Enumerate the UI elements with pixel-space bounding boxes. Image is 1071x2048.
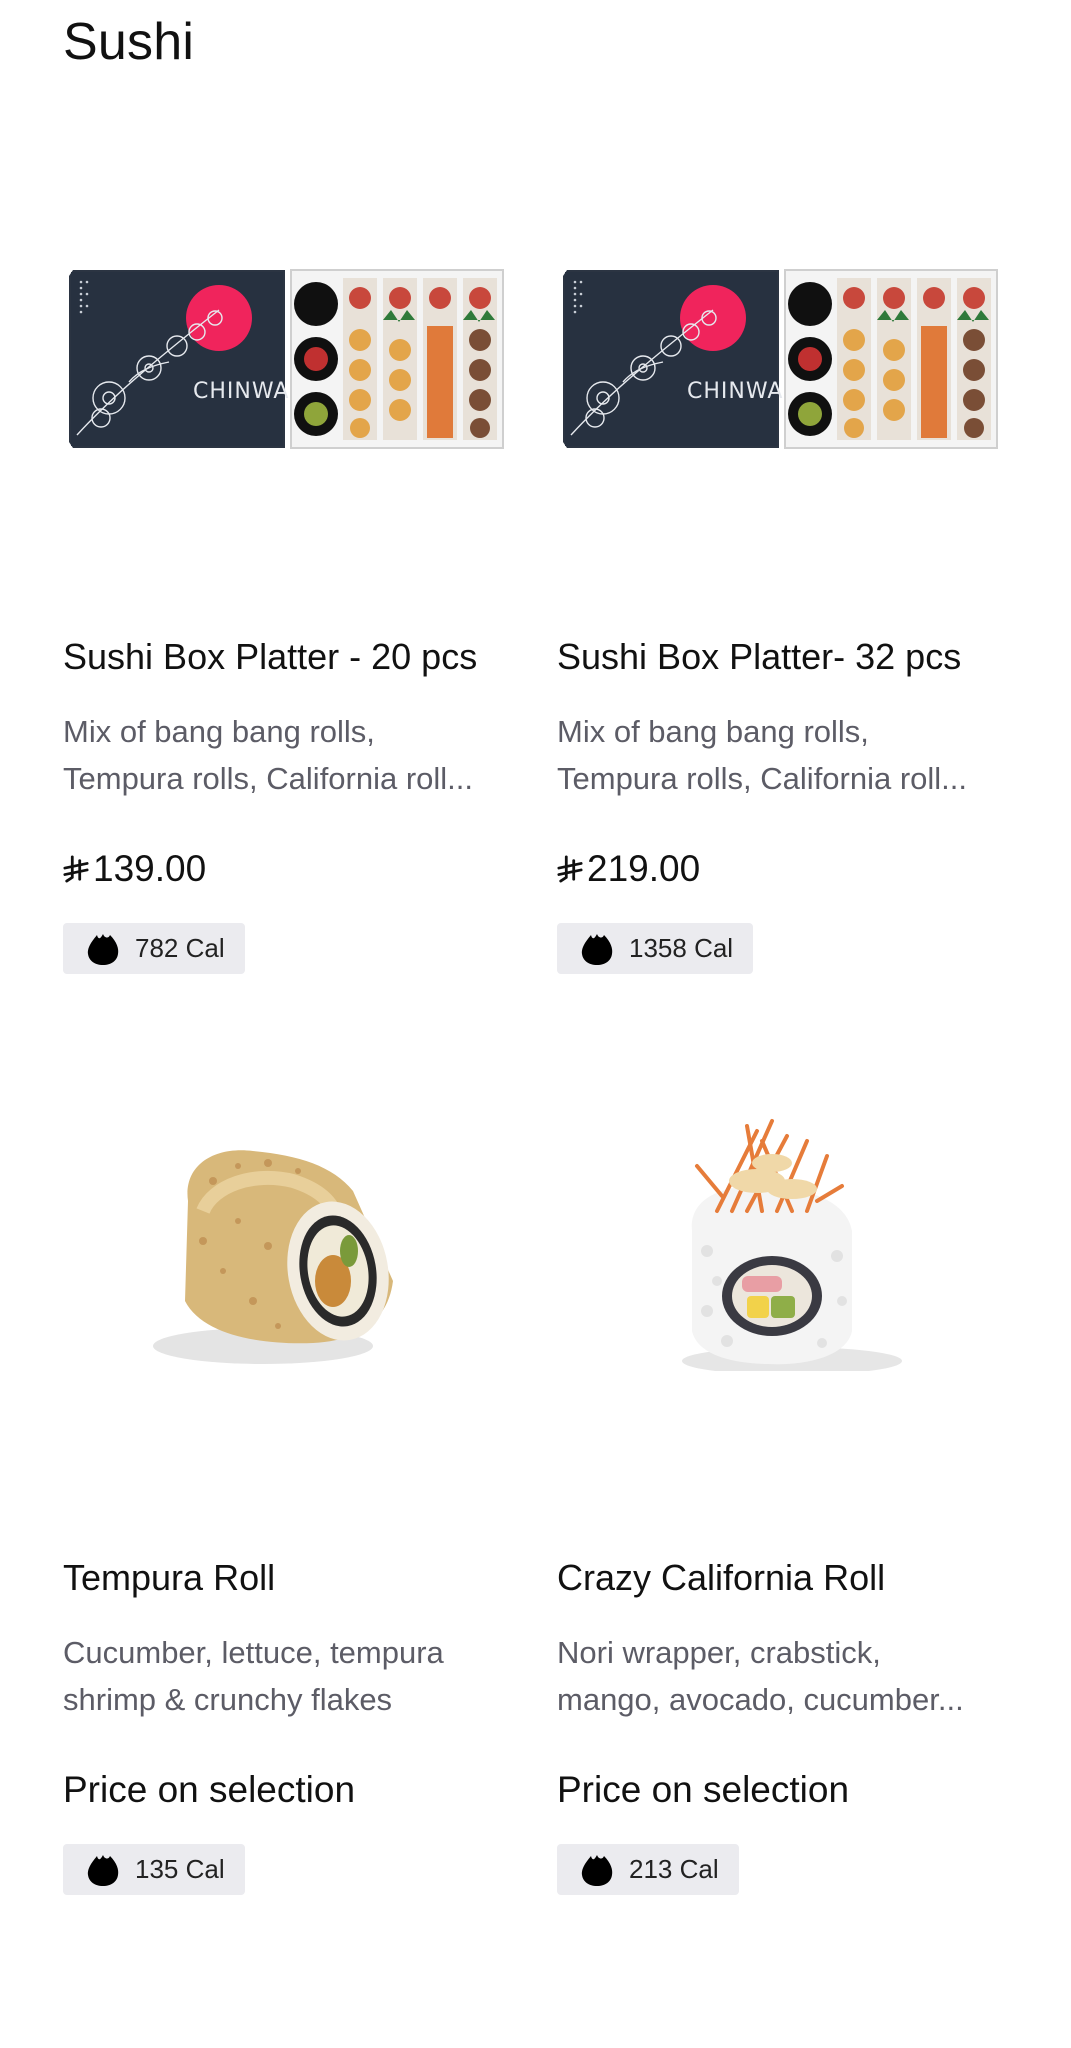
svg-text:CHINWA: CHINWA [687,379,783,404]
description-line: Nori wrapper, crabstick, [557,1635,881,1670]
flame-icon [87,1854,119,1886]
price-value: 139.00 [93,848,207,889]
product-description: Nori wrapper, crabstick, mango, avocado,… [557,1629,1017,1723]
calorie-value: 213 Cal [629,1854,719,1884]
calorie-value: 135 Cal [135,1854,225,1884]
product-description: Mix of bang bang rolls, Tempura rolls, C… [557,708,1017,802]
section-title: Sushi [63,13,195,71]
calorie-badge: 135 Cal [63,1844,245,1895]
product-price: Price on selection [63,1769,356,1810]
sushi-box-platter-image: CHINWA [69,269,504,449]
flame-icon [581,933,613,965]
calorie-badge: 213 Cal [557,1844,739,1895]
tempura-roll-image [153,1150,393,1364]
product-price: 219.00 [557,848,700,890]
calorie-value: 782 Cal [135,933,225,963]
menu-page: Sushi CHINWA Sushi Box Platter - 20 pcs … [0,0,1071,2048]
product-price: 139.00 [63,848,206,890]
price-value: 219.00 [587,848,701,889]
product-price: Price on selection [557,1769,850,1810]
riyal-icon [63,855,89,883]
description-line: Cucumber, lettuce, tempura [63,1635,444,1670]
sushi-box-platter-image: CHINWA [563,269,998,449]
calorie-badge: 782 Cal [63,923,245,974]
product-title: Crazy California Roll [557,1557,886,1598]
description-line: Mix of bang bang rolls, [557,714,869,749]
description-line: Tempura rolls, California roll... [557,761,968,796]
description-line: mango, avocado, cucumber... [557,1682,964,1717]
flame-icon [87,933,119,965]
flame-icon [581,1854,613,1886]
product-title: Sushi Box Platter - 20 pcs [63,636,478,677]
product-description: Cucumber, lettuce, tempura shrimp & crun… [63,1629,523,1723]
description-line: Tempura rolls, California roll... [63,761,474,796]
california-roll-image [682,1119,902,1371]
description-line: shrimp & crunchy flakes [63,1682,393,1717]
product-title: Sushi Box Platter- 32 pcs [557,636,962,677]
product-title: Tempura Roll [63,1557,276,1598]
product-description: Mix of bang bang rolls, Tempura rolls, C… [63,708,523,802]
svg-text:CHINWA: CHINWA [193,379,289,404]
description-line: Mix of bang bang rolls, [63,714,375,749]
calorie-value: 1358 Cal [629,933,734,963]
calorie-badge: 1358 Cal [557,923,754,974]
riyal-icon [557,855,583,883]
